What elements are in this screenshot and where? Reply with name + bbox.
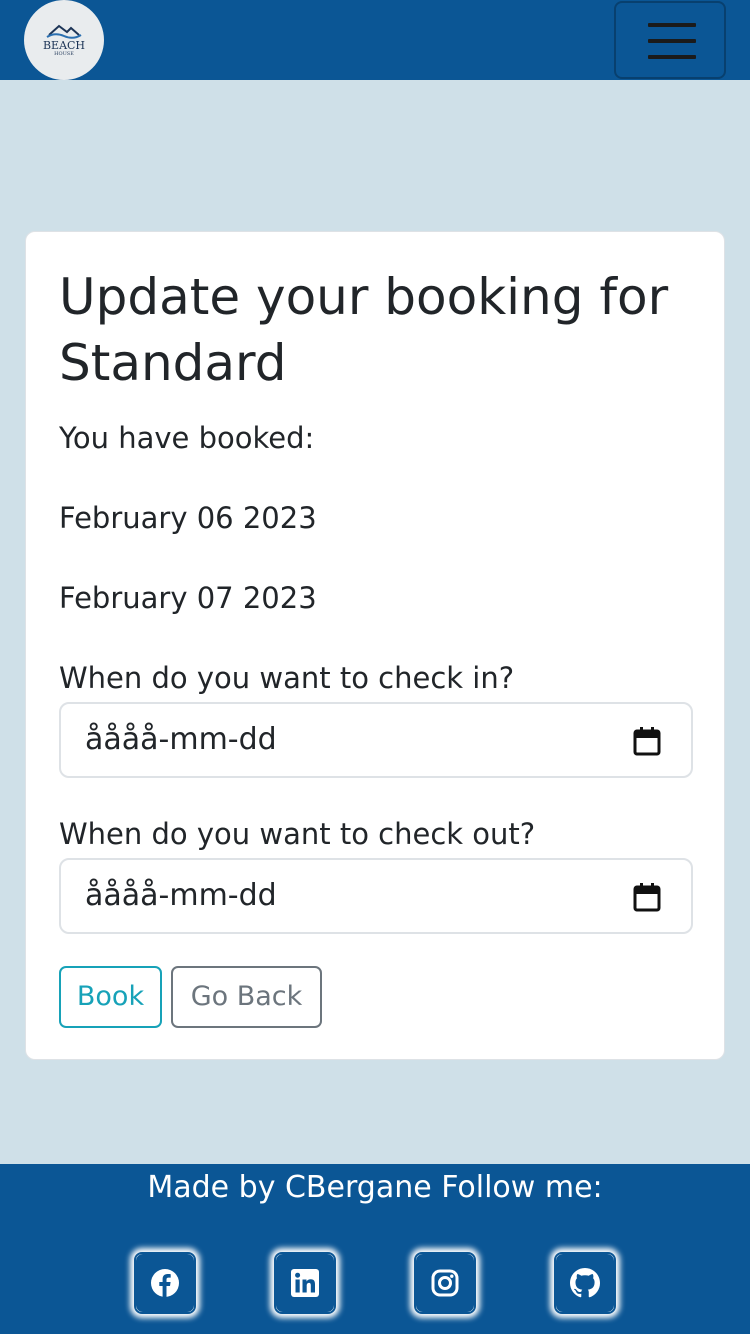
booking-card: Update your booking for Standard You hav… — [25, 231, 725, 1060]
page-title: Update your booking for Standard — [59, 268, 669, 392]
checkout-label: When do you want to check out? — [59, 817, 536, 851]
footer-text: Made by CBergane Follow me: — [147, 1170, 603, 1205]
linkedin-link[interactable] — [274, 1252, 336, 1314]
calendar-icon[interactable] — [633, 882, 661, 912]
brand-logo[interactable]: BEACH HOUSE — [24, 0, 104, 80]
instagram-icon — [431, 1269, 459, 1297]
go-back-button[interactable]: Go Back — [171, 966, 322, 1028]
github-link[interactable] — [554, 1252, 616, 1314]
checkin-date-value: åååå-mm-dd — [85, 722, 277, 757]
navbar: BEACH HOUSE — [0, 0, 750, 80]
github-icon — [570, 1268, 600, 1298]
checkin-label: When do you want to check in? — [59, 661, 515, 695]
footer: Made by CBergane Follow me: — [0, 1164, 750, 1334]
book-button[interactable]: Book — [59, 966, 162, 1028]
house-wave-icon — [46, 24, 82, 39]
booked-date-start: February 06 2023 — [59, 501, 317, 535]
booked-label: You have booked: — [59, 421, 315, 455]
checkout-date-input[interactable]: åååå-mm-dd — [59, 858, 693, 934]
facebook-link[interactable] — [134, 1252, 196, 1314]
calendar-icon[interactable] — [633, 726, 661, 756]
checkin-date-input[interactable]: åååå-mm-dd — [59, 702, 693, 778]
instagram-link[interactable] — [414, 1252, 476, 1314]
logo-subtext: HOUSE — [54, 51, 74, 57]
logo-text: BEACH — [42, 39, 86, 52]
menu-toggle-button[interactable] — [614, 1, 726, 79]
booked-date-end: February 07 2023 — [59, 581, 317, 615]
checkout-date-value: åååå-mm-dd — [85, 878, 277, 913]
linkedin-icon — [291, 1269, 319, 1297]
facebook-icon — [151, 1269, 179, 1297]
